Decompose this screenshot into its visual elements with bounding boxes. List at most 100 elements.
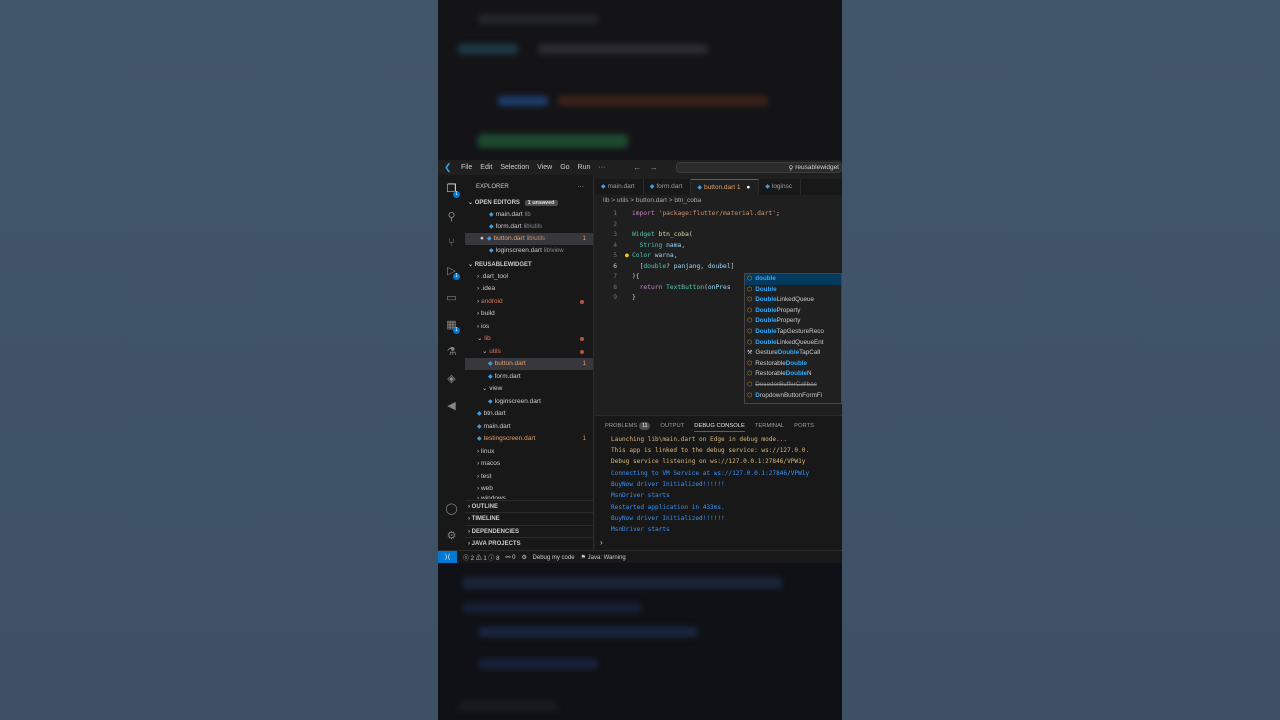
open-editor-item-active[interactable]: ● ◆ button.dart lib\utils 1 bbox=[465, 233, 593, 245]
suggestion-item[interactable]: ⬡ DoubleTapGestureReco bbox=[745, 327, 841, 338]
console-prompt-icon[interactable]: › bbox=[600, 538, 603, 547]
tab-debug-console[interactable]: DEBUG CONSOLE bbox=[694, 420, 745, 432]
tree-folder[interactable]: › macos bbox=[465, 458, 593, 470]
flutter-icon[interactable]: ◀ bbox=[445, 400, 458, 413]
tab-output[interactable]: OUTPUT bbox=[660, 420, 684, 432]
forward-arrow-icon[interactable]: → bbox=[650, 163, 658, 172]
tab-ports[interactable]: PORTS bbox=[794, 420, 814, 432]
testing-icon[interactable]: ⚗ bbox=[445, 346, 458, 359]
tree-folder[interactable]: › android bbox=[465, 296, 593, 308]
tree-item-label: testingscreen.dart bbox=[483, 435, 536, 442]
menu-run[interactable]: Run bbox=[578, 164, 591, 171]
remote-indicator-icon[interactable]: ⟩⟨ bbox=[438, 550, 457, 564]
modified-dot-icon bbox=[580, 337, 584, 341]
source-control-icon[interactable]: ⑂ bbox=[445, 237, 458, 250]
search-icon: ⚲ bbox=[788, 164, 794, 172]
suggestion-item[interactable]: ⬡ double bbox=[745, 274, 841, 285]
tree-folder[interactable]: › .dart_tool bbox=[465, 271, 593, 283]
tab-label: button.dart 1 bbox=[704, 184, 741, 191]
suggestion-item[interactable]: ⬡ DropdownButtonFormFi bbox=[745, 391, 841, 402]
background-left bbox=[0, 0, 438, 720]
open-editors-header[interactable]: ⌄ OPEN EDITORS 1 unsaved bbox=[465, 197, 593, 209]
suggestion-item[interactable]: ⚒ GestureDoubleTapCall bbox=[745, 348, 841, 359]
suggestion-item[interactable]: ⬡ DoubleProperty bbox=[745, 306, 841, 317]
remote-explorer-icon[interactable]: ▭ bbox=[445, 292, 458, 305]
suggestion-text: LinkedQueue bbox=[776, 296, 815, 304]
more-actions-icon[interactable]: ··· bbox=[578, 181, 585, 193]
menu-more[interactable]: ··· bbox=[598, 164, 605, 171]
back-arrow-icon[interactable]: ← bbox=[633, 163, 641, 172]
suggestion-item[interactable]: ⬡ RestorableDouble bbox=[745, 359, 841, 370]
tree-folder[interactable]: ⌄ view bbox=[465, 383, 593, 395]
tree-folder[interactable]: › linux bbox=[465, 446, 593, 458]
tab-button-dart[interactable]: ◆ button.dart 1 ● bbox=[691, 179, 760, 195]
tree-file[interactable]: ◆ btn.dart bbox=[465, 408, 593, 420]
tree-folder[interactable]: › ios bbox=[465, 321, 593, 333]
suggestion-item[interactable]: ⬡ DecoderBufferCallbac bbox=[745, 380, 841, 391]
console-line: BuyNow driver Initialized!!!!!! bbox=[611, 515, 725, 522]
tree-folder[interactable]: › .idea bbox=[465, 283, 593, 295]
suggestion-item[interactable]: ⬡ DoubleLinkedQueue bbox=[745, 295, 841, 306]
tab-form-dart[interactable]: ◆ form.dart bbox=[644, 179, 692, 195]
open-editor-item[interactable]: ◆ form.dart lib\utils bbox=[465, 221, 593, 233]
open-editor-path: lib bbox=[524, 212, 531, 218]
tab-loginscreen-dart[interactable]: ◆ loginsc bbox=[759, 179, 802, 195]
background-right bbox=[842, 0, 1280, 720]
search-icon[interactable]: ⚲ bbox=[445, 211, 458, 224]
panel-tabs: PROBLEMS 11 OUTPUT DEBUG CONSOLE TERMINAL… bbox=[595, 420, 842, 432]
dependencies-section[interactable]: › DEPENDENCIES bbox=[465, 525, 593, 537]
project-header[interactable]: ⌄ REUSABLEWIDGET bbox=[465, 259, 593, 271]
suggestion-item[interactable]: ⬡ DoubleProperty bbox=[745, 316, 841, 327]
breadcrumb[interactable]: lib > utils > button.dart > btn_coba bbox=[603, 197, 701, 204]
tree-item-label: android bbox=[480, 298, 503, 305]
problems-status[interactable]: ⓧ 2 ⚠ 1 ⓘ 8 bbox=[463, 553, 499, 562]
command-center-search[interactable]: ⚲ reusablewidget bbox=[676, 162, 842, 173]
lightbulb-icon[interactable]: ● bbox=[625, 251, 629, 262]
section-label: TIMELINE bbox=[471, 516, 500, 522]
tab-problems[interactable]: PROBLEMS 11 bbox=[605, 420, 651, 432]
line-number: 6 bbox=[613, 262, 617, 270]
menu-file[interactable]: File bbox=[461, 164, 472, 171]
tree-folder[interactable]: › test bbox=[465, 471, 593, 483]
tree-file[interactable]: ◆ form.dart bbox=[465, 371, 593, 383]
suggestion-item[interactable]: ⬡ Double bbox=[745, 285, 841, 296]
menu-selection[interactable]: Selection bbox=[500, 164, 529, 171]
tab-main-dart[interactable]: ◆ main.dart bbox=[595, 179, 644, 195]
tree-file-active[interactable]: ◆ button.dart 1 bbox=[465, 358, 593, 370]
tree-folder[interactable]: › windows bbox=[465, 493, 593, 499]
tree-file[interactable]: ◆ loginscreen.dart bbox=[465, 396, 593, 408]
tree-file[interactable]: ◆ testingscreen.dart 1 bbox=[465, 433, 593, 445]
open-editor-item[interactable]: ◆ main.dart lib bbox=[465, 209, 593, 221]
unsaved-dot-icon[interactable]: ● bbox=[746, 184, 750, 191]
suggestion-item[interactable]: ⬡ RestorableDoubleN bbox=[745, 369, 841, 380]
debug-status[interactable]: ⚙ Debug my code bbox=[521, 554, 574, 561]
suggestion-text: N bbox=[807, 370, 812, 378]
docker-icon[interactable]: ◈ bbox=[445, 373, 458, 386]
accounts-icon[interactable]: ◯ bbox=[445, 503, 458, 516]
settings-gear-icon[interactable]: ⚙ bbox=[445, 530, 458, 543]
menu-view[interactable]: View bbox=[537, 164, 552, 171]
line-number: 7 bbox=[613, 273, 617, 280]
class-icon: ⬡ bbox=[747, 360, 753, 367]
run-debug-badge: 1 bbox=[453, 273, 460, 280]
menu-go[interactable]: Go bbox=[560, 164, 569, 171]
problem-count: 1 bbox=[582, 436, 586, 442]
ports-status[interactable]: ⚯ 0 bbox=[505, 554, 515, 561]
java-status[interactable]: ⚑ Java: Warning bbox=[581, 554, 626, 561]
chevron-right-icon: › bbox=[477, 298, 480, 305]
tree-folder[interactable]: ⌄ utils bbox=[465, 346, 593, 358]
chevron-right-icon: › bbox=[477, 460, 480, 467]
tree-folder[interactable]: › build bbox=[465, 308, 593, 320]
timeline-section[interactable]: › TIMELINE bbox=[465, 512, 593, 524]
open-editor-item[interactable]: ◆ loginscreen.dart lib\view bbox=[465, 245, 593, 257]
outline-section[interactable]: › OUTLINE bbox=[465, 500, 593, 512]
tree-folder[interactable]: ⌄ lib bbox=[465, 333, 593, 345]
tab-terminal[interactable]: TERMINAL bbox=[755, 420, 784, 432]
tree-item-label: form.dart bbox=[494, 373, 521, 380]
tree-file[interactable]: ◆ main.dart bbox=[465, 421, 593, 433]
tree-item-label: .dart_tool bbox=[480, 273, 509, 280]
menu-edit[interactable]: Edit bbox=[480, 164, 492, 171]
suggestion-item[interactable]: ⬡ DoubleLinkedQueueEnt bbox=[745, 338, 841, 349]
java-projects-section[interactable]: › JAVA PROJECTS bbox=[465, 537, 593, 549]
tree-item-label: button.dart bbox=[494, 360, 526, 367]
